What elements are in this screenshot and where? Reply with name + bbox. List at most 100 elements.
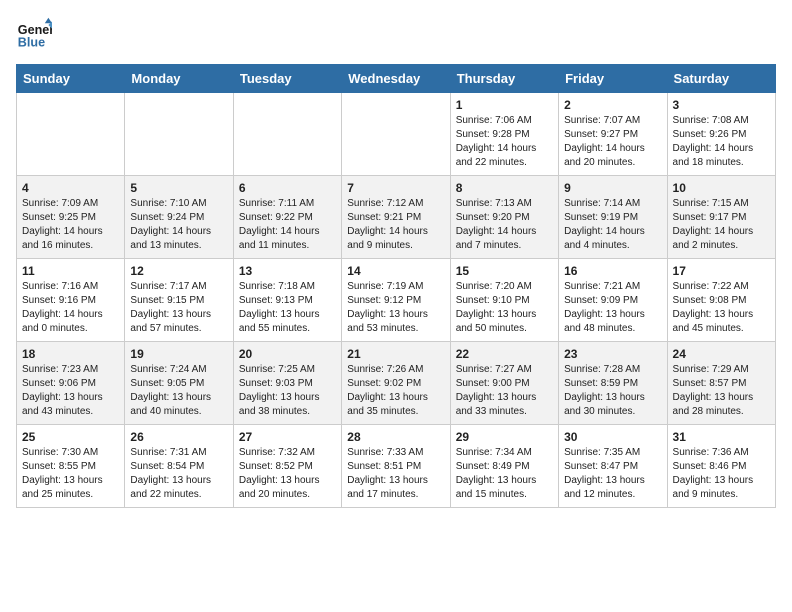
calendar-cell [233, 93, 341, 176]
calendar-week-row: 11 Sunrise: 7:16 AM Sunset: 9:16 PM Dayli… [17, 259, 776, 342]
calendar-cell: 23 Sunrise: 7:28 AM Sunset: 8:59 PM Dayli… [559, 342, 667, 425]
day-info: Sunrise: 7:32 AM Sunset: 8:52 PM Dayligh… [239, 446, 336, 502]
day-number: 10 [673, 181, 770, 195]
day-info: Sunrise: 7:11 AM Sunset: 9:22 PM Dayligh… [239, 197, 336, 253]
calendar-cell: 28 Sunrise: 7:33 AM Sunset: 8:51 PM Dayli… [342, 425, 450, 508]
day-number: 13 [239, 264, 336, 278]
calendar-cell: 21 Sunrise: 7:26 AM Sunset: 9:02 PM Dayli… [342, 342, 450, 425]
day-info: Sunrise: 7:12 AM Sunset: 9:21 PM Dayligh… [347, 197, 444, 253]
day-info: Sunrise: 7:07 AM Sunset: 9:27 PM Dayligh… [564, 114, 661, 170]
calendar-cell: 2 Sunrise: 7:07 AM Sunset: 9:27 PM Daylig… [559, 93, 667, 176]
calendar-cell [342, 93, 450, 176]
calendar-table: SundayMondayTuesdayWednesdayThursdayFrid… [16, 64, 776, 508]
day-info: Sunrise: 7:26 AM Sunset: 9:02 PM Dayligh… [347, 363, 444, 419]
calendar-cell: 7 Sunrise: 7:12 AM Sunset: 9:21 PM Daylig… [342, 176, 450, 259]
day-number: 16 [564, 264, 661, 278]
day-number: 14 [347, 264, 444, 278]
day-number: 25 [22, 430, 119, 444]
day-number: 11 [22, 264, 119, 278]
day-number: 12 [130, 264, 227, 278]
day-info: Sunrise: 7:06 AM Sunset: 9:28 PM Dayligh… [456, 114, 553, 170]
calendar-cell: 5 Sunrise: 7:10 AM Sunset: 9:24 PM Daylig… [125, 176, 233, 259]
day-number: 3 [673, 98, 770, 112]
day-number: 15 [456, 264, 553, 278]
day-info: Sunrise: 7:31 AM Sunset: 8:54 PM Dayligh… [130, 446, 227, 502]
calendar-cell: 15 Sunrise: 7:20 AM Sunset: 9:10 PM Dayli… [450, 259, 558, 342]
calendar-cell: 11 Sunrise: 7:16 AM Sunset: 9:16 PM Dayli… [17, 259, 125, 342]
day-info: Sunrise: 7:23 AM Sunset: 9:06 PM Dayligh… [22, 363, 119, 419]
day-info: Sunrise: 7:08 AM Sunset: 9:26 PM Dayligh… [673, 114, 770, 170]
day-number: 30 [564, 430, 661, 444]
day-info: Sunrise: 7:30 AM Sunset: 8:55 PM Dayligh… [22, 446, 119, 502]
calendar-cell: 16Sunrise: 7:21 AM Sunset: 9:09 PM Dayli… [559, 259, 667, 342]
day-info: Sunrise: 7:36 AM Sunset: 8:46 PM Dayligh… [673, 446, 770, 502]
calendar-cell: 17Sunrise: 7:22 AM Sunset: 9:08 PM Dayli… [667, 259, 775, 342]
day-info: Sunrise: 7:27 AM Sunset: 9:00 PM Dayligh… [456, 363, 553, 419]
day-number: 20 [239, 347, 336, 361]
calendar-cell [125, 93, 233, 176]
day-number: 28 [347, 430, 444, 444]
calendar-cell: 26 Sunrise: 7:31 AM Sunset: 8:54 PM Dayli… [125, 425, 233, 508]
day-info: Sunrise: 7:10 AM Sunset: 9:24 PM Dayligh… [130, 197, 227, 253]
day-info: Sunrise: 7:19 AM Sunset: 9:12 PM Dayligh… [347, 280, 444, 336]
day-number: 7 [347, 181, 444, 195]
day-info: Sunrise: 7:13 AM Sunset: 9:20 PM Dayligh… [456, 197, 553, 253]
day-info: Sunrise: 7:18 AM Sunset: 9:13 PM Dayligh… [239, 280, 336, 336]
day-number: 21 [347, 347, 444, 361]
calendar-cell: 30 Sunrise: 7:35 AM Sunset: 8:47 PM Dayli… [559, 425, 667, 508]
day-info: Sunrise: 7:09 AM Sunset: 9:25 PM Dayligh… [22, 197, 119, 253]
calendar-week-row: 25 Sunrise: 7:30 AM Sunset: 8:55 PM Dayli… [17, 425, 776, 508]
day-info: Sunrise: 7:24 AM Sunset: 9:05 PM Dayligh… [130, 363, 227, 419]
day-number: 26 [130, 430, 227, 444]
day-info: Sunrise: 7:29 AM Sunset: 8:57 PM Dayligh… [673, 363, 770, 419]
calendar-cell: 29Sunrise: 7:34 AM Sunset: 8:49 PM Dayli… [450, 425, 558, 508]
day-number: 18 [22, 347, 119, 361]
calendar-cell: 3 Sunrise: 7:08 AM Sunset: 9:26 PM Daylig… [667, 93, 775, 176]
calendar-cell: 8Sunrise: 7:13 AM Sunset: 9:20 PM Daylig… [450, 176, 558, 259]
day-info: Sunrise: 7:14 AM Sunset: 9:19 PM Dayligh… [564, 197, 661, 253]
day-number: 24 [673, 347, 770, 361]
day-number: 6 [239, 181, 336, 195]
day-number: 4 [22, 181, 119, 195]
calendar-cell: 9 Sunrise: 7:14 AM Sunset: 9:19 PM Daylig… [559, 176, 667, 259]
day-info: Sunrise: 7:16 AM Sunset: 9:16 PM Dayligh… [22, 280, 119, 336]
col-header-sunday: Sunday [17, 65, 125, 93]
calendar-week-row: 1 Sunrise: 7:06 AM Sunset: 9:28 PM Daylig… [17, 93, 776, 176]
day-info: Sunrise: 7:28 AM Sunset: 8:59 PM Dayligh… [564, 363, 661, 419]
day-info: Sunrise: 7:35 AM Sunset: 8:47 PM Dayligh… [564, 446, 661, 502]
day-number: 9 [564, 181, 661, 195]
day-number: 5 [130, 181, 227, 195]
calendar-week-row: 18 Sunrise: 7:23 AM Sunset: 9:06 PM Dayli… [17, 342, 776, 425]
day-number: 19 [130, 347, 227, 361]
calendar-cell: 6 Sunrise: 7:11 AM Sunset: 9:22 PM Daylig… [233, 176, 341, 259]
calendar-cell: 31Sunrise: 7:36 AM Sunset: 8:46 PM Dayli… [667, 425, 775, 508]
col-header-tuesday: Tuesday [233, 65, 341, 93]
calendar-week-row: 4 Sunrise: 7:09 AM Sunset: 9:25 PM Daylig… [17, 176, 776, 259]
day-info: Sunrise: 7:25 AM Sunset: 9:03 PM Dayligh… [239, 363, 336, 419]
calendar-cell: 4 Sunrise: 7:09 AM Sunset: 9:25 PM Daylig… [17, 176, 125, 259]
calendar-cell: 14 Sunrise: 7:19 AM Sunset: 9:12 PM Dayli… [342, 259, 450, 342]
calendar-cell: 13 Sunrise: 7:18 AM Sunset: 9:13 PM Dayli… [233, 259, 341, 342]
day-number: 17 [673, 264, 770, 278]
day-number: 1 [456, 98, 553, 112]
calendar-cell: 1 Sunrise: 7:06 AM Sunset: 9:28 PM Daylig… [450, 93, 558, 176]
col-header-saturday: Saturday [667, 65, 775, 93]
calendar-cell [17, 93, 125, 176]
calendar-cell: 27Sunrise: 7:32 AM Sunset: 8:52 PM Dayli… [233, 425, 341, 508]
calendar-header-row: SundayMondayTuesdayWednesdayThursdayFrid… [17, 65, 776, 93]
logo-icon: General Blue [16, 16, 52, 52]
col-header-thursday: Thursday [450, 65, 558, 93]
calendar-cell: 20 Sunrise: 7:25 AM Sunset: 9:03 PM Dayli… [233, 342, 341, 425]
col-header-monday: Monday [125, 65, 233, 93]
day-info: Sunrise: 7:20 AM Sunset: 9:10 PM Dayligh… [456, 280, 553, 336]
calendar-cell: 18 Sunrise: 7:23 AM Sunset: 9:06 PM Dayli… [17, 342, 125, 425]
svg-text:Blue: Blue [18, 36, 45, 50]
day-info: Sunrise: 7:33 AM Sunset: 8:51 PM Dayligh… [347, 446, 444, 502]
day-number: 23 [564, 347, 661, 361]
day-number: 2 [564, 98, 661, 112]
day-number: 29 [456, 430, 553, 444]
calendar-cell: 19 Sunrise: 7:24 AM Sunset: 9:05 PM Dayli… [125, 342, 233, 425]
page-header: General Blue [16, 16, 776, 52]
day-number: 22 [456, 347, 553, 361]
col-header-wednesday: Wednesday [342, 65, 450, 93]
